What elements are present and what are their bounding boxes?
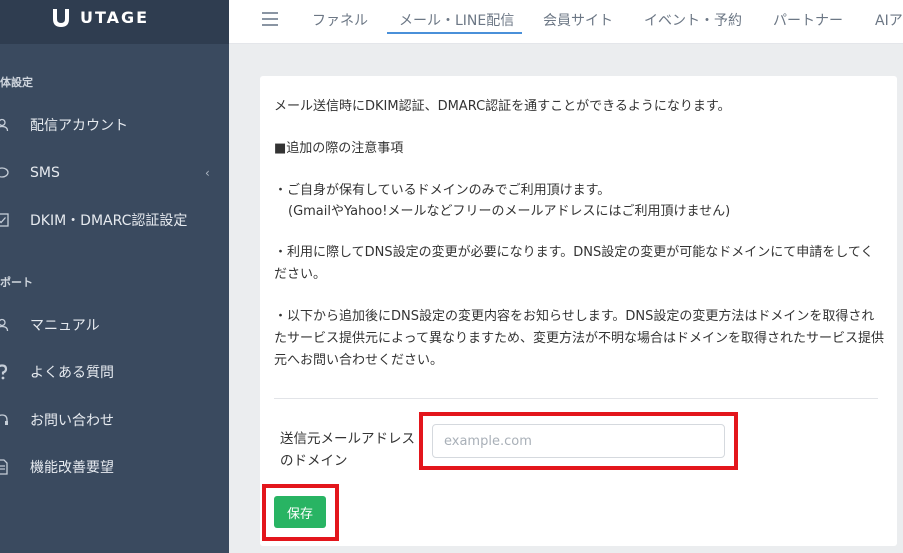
sidebar-item-sending-account[interactable]: 配信アカウント: [0, 105, 229, 145]
document-icon: [0, 459, 10, 475]
sidebar-item-label: マニュアル: [30, 318, 100, 334]
check-square-icon: [0, 212, 10, 228]
sidebar-item-label: 機能改善要望: [30, 460, 114, 476]
active-tab-indicator: [387, 32, 522, 34]
question-icon: [0, 364, 10, 380]
intro-text: メール送信時にDKIM認証、DMARC認証を通すことができるようになります。: [274, 99, 731, 114]
user-icon: [0, 117, 10, 133]
sidebar-section-heading: ポート: [0, 276, 33, 289]
top-navigation: ファネル メール・LINE配信 会員サイト イベント・予約 パートナー AIア: [229, 0, 903, 44]
tab-funnel[interactable]: ファネル: [312, 10, 368, 30]
sidebar-item-label: DKIM・DMARC認証設定: [30, 213, 188, 229]
divider: [274, 398, 878, 399]
headset-icon: [0, 412, 10, 428]
sidebar-item-dkim-dmarc[interactable]: DKIM・DMARC認証設定: [0, 200, 229, 240]
sidebar-item-sms[interactable]: SMS ‹: [0, 153, 229, 193]
sidebar-item-feature-request[interactable]: 機能改善要望: [0, 447, 229, 487]
sidebar-item-label: お問い合わせ: [30, 413, 114, 429]
sidebar-item-label: よくある質問: [30, 365, 114, 381]
note-free-mail-excluded: (GmailやYahoo!メールなどフリーのメールアドレスにはご利用頂けません): [288, 204, 731, 219]
tab-partner[interactable]: パートナー: [773, 10, 843, 30]
sidebar-item-manual[interactable]: マニュアル: [0, 305, 229, 345]
sidebar-item-contact[interactable]: お問い合わせ: [0, 400, 229, 440]
save-button[interactable]: 保存: [274, 496, 326, 528]
user-icon: [0, 317, 10, 333]
note-owned-domain: ・ご自身が保有しているドメインのみでご利用頂けます。: [274, 183, 611, 198]
notes-heading: ■追加の際の注意事項: [274, 141, 404, 156]
sidebar-item-label: SMS: [30, 165, 60, 181]
note-dns-instructions: ・以下から追加後にDNS設定の変更内容をお知らせします。DNS設定の変更方法はド…: [274, 309, 884, 368]
chevron-left-icon: ‹: [205, 166, 210, 180]
utage-logo-icon: [53, 9, 69, 27]
sidebar-item-faq[interactable]: よくある質問: [0, 352, 229, 392]
domain-input[interactable]: [432, 424, 725, 458]
brand-name: UTAGE: [80, 8, 150, 27]
note-dns-required: ・利用に際してDNS設定の変更が必要になります。DNS設定の変更が可能なドメイン…: [274, 245, 874, 282]
sidebar-logo[interactable]: UTAGE: [0, 0, 229, 44]
tab-mail-line[interactable]: メール・LINE配信: [399, 10, 514, 30]
menu-icon[interactable]: [262, 12, 278, 26]
sidebar: UTAGE 体設定 配信アカウント SMS ‹ DKIM・DMARC認証設定 ポ…: [0, 0, 229, 553]
sms-icon: [0, 165, 10, 181]
domain-field-label: 送信元メールアドレスのドメイン: [280, 431, 415, 469]
sidebar-section-heading: 体設定: [0, 76, 33, 89]
tab-member-site[interactable]: 会員サイト: [543, 10, 613, 30]
tab-event-reservation[interactable]: イベント・予約: [644, 10, 742, 30]
sidebar-item-label: 配信アカウント: [30, 118, 128, 134]
dkim-settings-card: メール送信時にDKIM認証、DMARC認証を通すことができるようになります。 ■…: [260, 76, 897, 546]
tab-ai[interactable]: AIア: [875, 10, 903, 30]
